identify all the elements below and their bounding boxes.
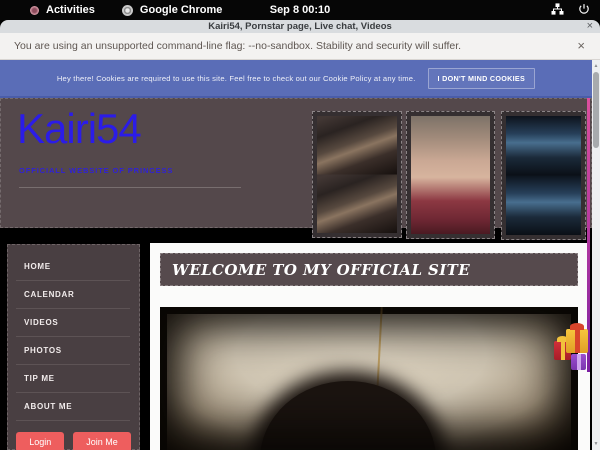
welcome-title-bar: WELCOME TO MY OFFICIAL SITE (160, 253, 578, 286)
sidebar-item-videos[interactable]: VIDEOS (16, 309, 130, 337)
gifts-tip-widget[interactable] (554, 326, 596, 376)
welcome-title: WELCOME TO MY OFFICIAL SITE (172, 261, 470, 279)
thumbnail-image (411, 116, 490, 234)
sidebar-item-calendar[interactable]: CALENDAR (16, 281, 130, 309)
activities-button[interactable]: Activities (46, 4, 95, 16)
browser-tab-strip: Kairi54, Pornstar page, Live chat, Video… (0, 20, 600, 33)
thumbnail-image (317, 116, 397, 233)
infobar-close-icon[interactable]: × (577, 39, 585, 52)
scrollbar[interactable]: ▲ ▼ (592, 60, 600, 450)
red-lingerie-selfie-thumbnail[interactable] (406, 111, 495, 239)
chrome-icon (122, 5, 133, 16)
accept-cookies-button[interactable]: I DON'T MIND COOKIES (428, 68, 536, 89)
scroll-up-icon[interactable]: ▲ (592, 62, 600, 70)
thumbnail-image (506, 116, 581, 235)
desktop-screen: Activities Google Chrome Sep 8 00:10 (0, 0, 600, 450)
scroll-down-icon[interactable]: ▼ (592, 440, 600, 448)
scrollbar-thumb[interactable] (593, 72, 599, 148)
main-content: WELCOME TO MY OFFICIAL SITE (150, 243, 590, 450)
join-button[interactable]: Join Me (73, 432, 131, 450)
hero-photo-vignette (160, 307, 578, 450)
sidebar-item-photos[interactable]: PHOTOS (16, 337, 130, 365)
infobar-message: You are using an unsupported command-lin… (14, 40, 461, 52)
login-button[interactable]: Login (16, 432, 64, 450)
sidebar-item-tip-me[interactable]: TIP ME (16, 365, 130, 393)
cookie-notice-bar: Hey there! Cookies are required to use t… (0, 60, 592, 98)
blue-tint-selfie-thumbnail[interactable] (501, 111, 586, 240)
gnome-top-bar: Activities Google Chrome Sep 8 00:10 (0, 0, 600, 20)
clock[interactable]: Sep 8 00:10 (270, 4, 331, 16)
purple-gift-icon (571, 354, 586, 370)
sidebar-item-about-me[interactable]: ABOUT ME (16, 393, 130, 421)
recording-indicator-icon (30, 6, 39, 15)
bed-photo-thumbnail[interactable] (312, 111, 402, 238)
gold-gift-icon (566, 329, 588, 353)
sidebar-item-home[interactable]: HOME (16, 253, 130, 281)
header-divider (19, 187, 241, 188)
unsupported-flag-infobar: You are using an unsupported command-lin… (0, 33, 600, 60)
hero-photo (160, 307, 578, 450)
tab-close-icon[interactable]: × (587, 20, 593, 33)
app-menu-button[interactable]: Google Chrome (140, 4, 223, 16)
sidebar-nav: HOME CALENDAR VIDEOS PHOTOS TIP ME ABOUT… (7, 244, 140, 450)
tab-title[interactable]: Kairi54, Pornstar page, Live chat, Video… (208, 21, 392, 32)
network-icon[interactable] (551, 3, 564, 18)
site-tagline: OFFICIALL WEBSITE OF PRINCESS (19, 166, 173, 175)
power-icon[interactable] (578, 3, 590, 18)
cookie-message: Hey there! Cookies are required to use t… (57, 74, 416, 83)
site-title[interactable]: Kairi54 (17, 105, 141, 153)
